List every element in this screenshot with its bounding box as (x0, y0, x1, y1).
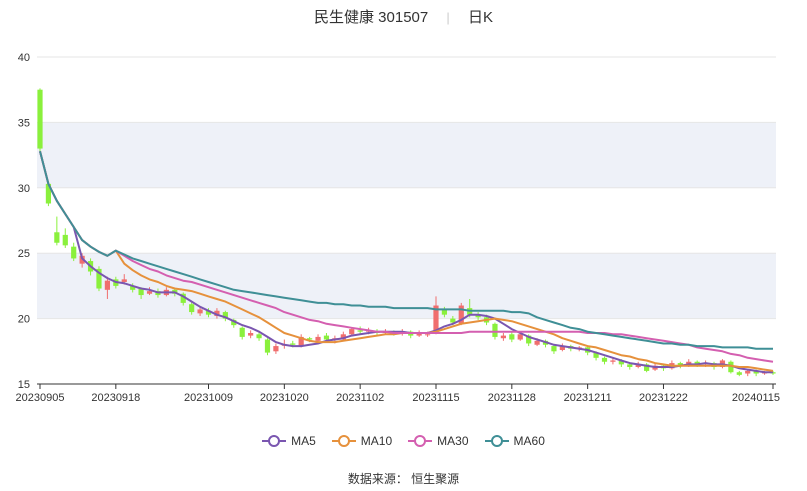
candle-body (189, 304, 195, 313)
chart-legend: MA5 MA10 MA30 MA60 (0, 434, 807, 450)
candle-body (349, 329, 355, 335)
legend-label: MA30 (437, 434, 469, 448)
data-source: 数据来源： 恒生聚源 (0, 470, 807, 487)
candle-body (357, 330, 363, 332)
x-tick-label: 20231211 (564, 392, 612, 404)
legend-item-ma10[interactable]: MA10 (331, 434, 393, 448)
x-tick-label: 20231222 (639, 392, 688, 404)
x-tick-label: 20231020 (260, 392, 309, 404)
legend-swatch-marker (490, 435, 503, 447)
candle-body (745, 370, 751, 374)
legend-label: MA60 (513, 434, 545, 448)
legend-swatch-marker (268, 435, 281, 447)
legend-item-ma60[interactable]: MA60 (484, 434, 545, 448)
candle-body (551, 346, 557, 352)
candle-body (104, 280, 111, 290)
candle-body (62, 234, 68, 246)
legend-swatch-marker (337, 435, 350, 447)
candle-body (146, 291, 153, 294)
x-tick-label: 20231115 (412, 392, 459, 404)
candle-body (627, 364, 633, 367)
candle-body (290, 343, 296, 345)
x-tick-label: 20230905 (16, 392, 65, 404)
legend-label: MA10 (360, 434, 393, 448)
candle-body (71, 246, 77, 259)
candle-body (509, 334, 515, 340)
candle-body (315, 336, 321, 341)
y-tick-label: 30 (18, 183, 30, 195)
legend-swatch-marker (414, 435, 427, 447)
x-tick-label: 20240115 (732, 392, 780, 404)
chart-gridlines (37, 56, 776, 385)
x-tick-label: 20231128 (488, 392, 536, 404)
candle-body (736, 372, 742, 375)
candle-body (424, 334, 431, 336)
candle-body (54, 232, 60, 243)
x-tick-label: 20231102 (336, 392, 384, 404)
candlestick-chart: 15 20 25 30 35 40 20230905 20230918 20231009 2023… (16, 52, 780, 404)
candle-body (534, 340, 540, 345)
legend-label: MA5 (291, 434, 316, 448)
candle-body (239, 327, 245, 337)
chart-band (37, 122, 776, 188)
data-source-label: 数据来源： (347, 472, 408, 486)
candle-body (323, 335, 330, 340)
candle-body (256, 334, 262, 339)
candle-body (197, 309, 203, 314)
candle-body (492, 323, 498, 337)
x-tick-label: 20230918 (91, 392, 140, 404)
candle-body (500, 335, 506, 339)
y-tick-label: 40 (18, 52, 30, 64)
candle-body (610, 360, 616, 362)
legend-swatch (331, 435, 356, 447)
candle-body (121, 279, 127, 282)
legend-swatch (484, 435, 509, 447)
candle-body (37, 89, 43, 149)
y-tick-label: 25 (18, 248, 30, 260)
legend-swatch (408, 435, 433, 447)
legend-swatch (262, 435, 287, 447)
candle-body (601, 357, 608, 362)
candle-body (248, 332, 254, 336)
y-tick-label: 20 (18, 314, 30, 326)
data-source-name: 恒生聚源 (411, 472, 460, 486)
legend-item-ma30[interactable]: MA30 (408, 434, 469, 448)
y-tick-label: 35 (18, 117, 30, 129)
chart-axes: 15 20 25 30 35 40 20230905 20230918 20231009 2023… (16, 52, 780, 404)
candle-body (264, 339, 271, 353)
y-tick-label: 15 (18, 379, 30, 391)
candle-body (517, 334, 523, 340)
legend-item-ma5[interactable]: MA5 (262, 434, 316, 448)
candle-body (273, 346, 279, 352)
x-tick-label: 20231009 (184, 392, 233, 404)
